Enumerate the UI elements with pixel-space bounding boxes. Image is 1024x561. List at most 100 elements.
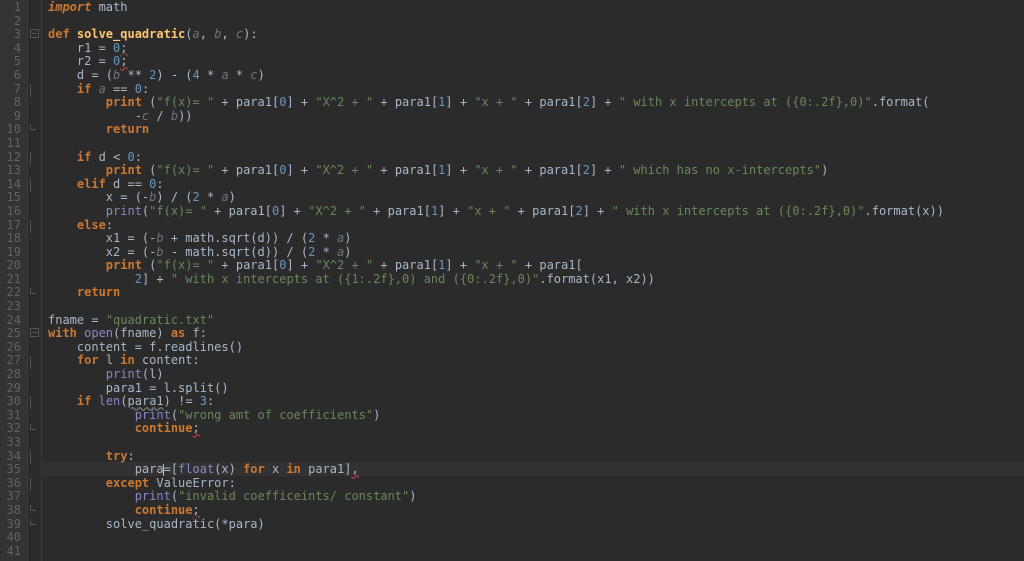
token-op: d = ( <box>48 68 113 82</box>
code-area[interactable]: import math def solve_quadratic(a, b, c):… <box>42 0 1024 561</box>
token-op: para1 = l.split() <box>48 381 229 395</box>
token-str: "X^2 + " <box>315 163 373 177</box>
code-line[interactable]: print("f(x)= " + para1[0] + "X^2 + " + p… <box>48 205 1024 219</box>
line-number: 32 <box>4 422 21 436</box>
token-op: * <box>315 245 337 259</box>
token-bi: print <box>106 204 142 218</box>
token-arg: b <box>156 245 163 259</box>
token-op: ( <box>171 408 178 422</box>
token-op: * <box>229 68 251 82</box>
code-line[interactable] <box>48 531 1024 545</box>
token-op: ) <box>821 163 828 177</box>
token-op <box>48 163 106 177</box>
token-num: 0 <box>128 150 135 164</box>
token-kw: if <box>77 394 99 408</box>
fold-guide-icon <box>30 356 31 369</box>
code-line[interactable]: x = (-b) / (2 * a) <box>48 191 1024 205</box>
code-line[interactable]: r1 = 0; <box>48 42 1024 56</box>
code-line[interactable]: x1 = (-b + math.sqrt(d)) / (2 * a) <box>48 232 1024 246</box>
code-line[interactable]: 2] + " with x intercepts at ({1:.2f},0) … <box>48 273 1024 287</box>
token-kw: in <box>120 353 142 367</box>
code-line[interactable] <box>48 300 1024 314</box>
line-number: 1 <box>4 1 21 15</box>
token-fn: solve_quadratic <box>77 27 185 41</box>
token-str: " with x intercepts at ({1:.2f},0) and (… <box>171 272 539 286</box>
token-arg: b <box>156 231 163 245</box>
code-line[interactable]: print ("f(x)= " + para1[0] + "X^2 + " + … <box>48 164 1024 178</box>
code-line[interactable]: solve_quadratic(*para) <box>48 518 1024 532</box>
token-op: - <box>48 109 142 123</box>
code-line[interactable]: continue; <box>48 504 1024 518</box>
token-err: ; <box>120 41 127 55</box>
token-kw: as <box>171 326 193 340</box>
line-number: 15 <box>4 191 21 205</box>
token-op: .format( <box>872 95 930 109</box>
code-line[interactable] <box>48 545 1024 559</box>
token-str: "f(x)= " <box>156 95 214 109</box>
token-op: (x) <box>214 462 243 476</box>
code-line[interactable]: print("invalid coefficeints/ constant") <box>48 490 1024 504</box>
code-line[interactable]: r2 = 0; <box>48 55 1024 69</box>
token-kw: def <box>48 27 77 41</box>
line-number: 27 <box>4 354 21 368</box>
code-line[interactable]: return <box>48 123 1024 137</box>
token-op: : <box>142 82 149 96</box>
token-op <box>48 82 77 96</box>
code-line[interactable]: para=[float(x) for x in para1], <box>48 463 1024 477</box>
line-number: 37 <box>4 490 21 504</box>
code-line[interactable]: def solve_quadratic(a, b, c): <box>48 28 1024 42</box>
code-line[interactable]: print(l) <box>48 368 1024 382</box>
code-editor[interactable]: 1234567891011121314151617181920212223242… <box>0 0 1024 561</box>
fold-guide-icon <box>30 451 31 464</box>
token-op: + para1[ <box>373 163 438 177</box>
token-op: para1] <box>308 462 351 476</box>
line-number: 35 <box>4 463 21 477</box>
token-op: + para1[ <box>373 258 438 272</box>
code-line[interactable]: with open(fname) as f: <box>48 327 1024 341</box>
token-op <box>48 258 106 272</box>
token-op: )) <box>178 109 192 123</box>
token-str: "f(x)= " <box>156 258 214 272</box>
token-op: + para1[ <box>366 204 431 218</box>
fold-guide-icon <box>30 519 36 525</box>
token-op: ] + <box>583 204 612 218</box>
token-str: "x + " <box>474 95 517 109</box>
token-str: "x + " <box>474 163 517 177</box>
token-op: ( <box>185 27 192 41</box>
line-number: 18 <box>4 232 21 246</box>
token-str: "f(x)= " <box>156 163 214 177</box>
code-line[interactable] <box>48 137 1024 151</box>
token-op: + para1[ <box>214 258 279 272</box>
code-line[interactable]: for l in content: <box>48 354 1024 368</box>
token-op: ) <box>409 489 416 503</box>
fold-guide-icon <box>30 84 31 97</box>
code-line[interactable]: import math <box>48 1 1024 15</box>
code-line[interactable]: print ("f(x)= " + para1[0] + "X^2 + " + … <box>48 96 1024 110</box>
token-err: ; <box>193 421 200 435</box>
token-kw: print <box>106 95 142 109</box>
line-number: 24 <box>4 314 21 328</box>
code-line[interactable]: d = (b ** 2) - (4 * a * c) <box>48 69 1024 83</box>
line-number: 21 <box>4 273 21 287</box>
token-op: / <box>149 109 171 123</box>
token-err: ; <box>120 54 127 68</box>
line-number: 16 <box>4 205 21 219</box>
token-str: "x + " <box>467 204 510 218</box>
fold-guide-icon <box>30 124 36 130</box>
token-str: "f(x)= " <box>149 204 207 218</box>
token-op: x1 = (- <box>48 231 156 245</box>
fold-guide-icon <box>30 424 36 430</box>
line-number: 10 <box>4 123 21 137</box>
code-line[interactable]: continue; <box>48 422 1024 436</box>
code-line[interactable]: return <box>48 286 1024 300</box>
token-op: ( <box>142 258 156 272</box>
fold-toggle-icon[interactable]: − <box>30 29 39 38</box>
token-bi: print <box>135 489 171 503</box>
code-line[interactable] <box>48 436 1024 450</box>
code-line[interactable]: print ("f(x)= " + para1[0] + "X^2 + " + … <box>48 259 1024 273</box>
code-line[interactable]: -c / b)) <box>48 110 1024 124</box>
code-line[interactable]: if len(para1) != 3: <box>48 395 1024 409</box>
fold-toggle-icon[interactable]: − <box>30 328 39 337</box>
token-op <box>48 394 77 408</box>
fold-column[interactable]: −− <box>28 0 42 561</box>
